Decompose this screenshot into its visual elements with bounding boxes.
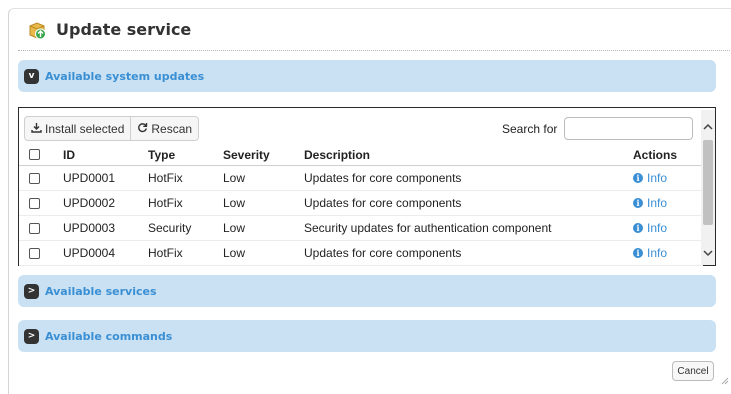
scroll-down-icon[interactable]: [701, 245, 715, 261]
expand-chevron-icon: >: [24, 283, 39, 299]
cancel-button[interactable]: Cancel: [672, 361, 714, 381]
cell-severity: Low: [223, 196, 246, 210]
table-row[interactable]: UPD0004 HotFix Low Updates for core comp…: [19, 241, 703, 266]
section-available-commands[interactable]: > Available commands: [18, 320, 716, 352]
info-link[interactable]: i Info: [633, 196, 667, 210]
expand-chevron-icon: >: [24, 328, 39, 344]
cell-id: UPD0001: [63, 171, 116, 185]
rescan-label: Rescan: [151, 121, 193, 136]
table-row[interactable]: UPD0001 HotFix Low Updates for core comp…: [19, 166, 703, 191]
updates-toolbar: Install selected Rescan: [24, 116, 200, 141]
table-row[interactable]: UPD0003 Security Low Security updates fo…: [19, 216, 703, 241]
resize-grip-icon[interactable]: [721, 374, 729, 385]
row-checkbox[interactable]: [29, 222, 40, 234]
cell-type: HotFix: [148, 246, 183, 260]
header-actions: Actions: [633, 147, 678, 162]
row-checkbox[interactable]: [29, 197, 40, 209]
info-icon: i: [633, 198, 643, 208]
cell-description: Updates for core components: [304, 246, 462, 260]
info-icon: i: [633, 173, 643, 183]
scrollbar-thumb[interactable]: [703, 140, 713, 225]
cell-description: Security updates for authentication comp…: [304, 221, 552, 235]
header-severity[interactable]: Severity: [223, 148, 270, 162]
table-header-row: ID Type Severity Description Actions: [19, 144, 703, 166]
download-icon: [31, 122, 42, 136]
scroll-up-icon[interactable]: [701, 118, 715, 134]
cell-id: UPD0003: [63, 221, 116, 235]
search-label: Search for: [502, 122, 558, 136]
section-available-system-updates[interactable]: v Available system updates: [18, 60, 716, 92]
info-icon: i: [633, 223, 643, 233]
info-label: Info: [647, 246, 668, 260]
cell-description: Updates for core components: [304, 196, 462, 210]
search-input[interactable]: [564, 117, 693, 140]
select-all-checkbox[interactable]: [29, 149, 40, 160]
info-label: Info: [647, 171, 668, 185]
dialog-title-bar: Update service: [18, 9, 730, 51]
table-row[interactable]: UPD0002 HotFix Low Updates for core comp…: [19, 191, 703, 216]
cell-type: Security: [148, 221, 192, 235]
header-id[interactable]: ID: [63, 148, 75, 162]
cell-severity: Low: [223, 171, 246, 185]
section-label: Available commands: [45, 329, 173, 343]
install-selected-label: Install selected: [45, 121, 125, 136]
cell-id: UPD0002: [63, 196, 116, 210]
info-label: Info: [647, 221, 668, 235]
rescan-button[interactable]: Rescan: [131, 116, 200, 141]
header-type[interactable]: Type: [148, 148, 175, 162]
info-link[interactable]: i Info: [633, 221, 667, 235]
row-checkbox[interactable]: [29, 247, 40, 259]
info-icon: i: [633, 248, 643, 258]
info-link[interactable]: i Info: [633, 246, 667, 260]
cell-id: UPD0004: [63, 246, 116, 260]
header-description[interactable]: Description: [304, 148, 370, 162]
refresh-icon: [137, 122, 148, 136]
section-label: Available services: [45, 284, 157, 298]
cell-description: Updates for core components: [304, 171, 462, 185]
cell-type: HotFix: [148, 196, 183, 210]
info-label: Info: [647, 196, 668, 210]
info-link[interactable]: i Info: [633, 171, 667, 185]
row-checkbox[interactable]: [29, 172, 40, 184]
collapse-chevron-icon: v: [24, 68, 39, 84]
update-service-dialog: Update service v Available system update…: [8, 8, 731, 394]
section-label: Available system updates: [45, 69, 205, 83]
cell-severity: Low: [223, 246, 246, 260]
cell-severity: Low: [223, 221, 246, 235]
install-selected-button[interactable]: Install selected: [24, 116, 132, 141]
system-updates-panel: Install selected Rescan Search for ID Ty…: [18, 107, 716, 266]
cell-type: HotFix: [148, 171, 183, 185]
dialog-title: Update service: [56, 20, 192, 39]
package-update-icon: [27, 20, 47, 40]
section-available-services[interactable]: > Available services: [18, 275, 716, 307]
table-scrollbar[interactable]: [701, 110, 715, 265]
